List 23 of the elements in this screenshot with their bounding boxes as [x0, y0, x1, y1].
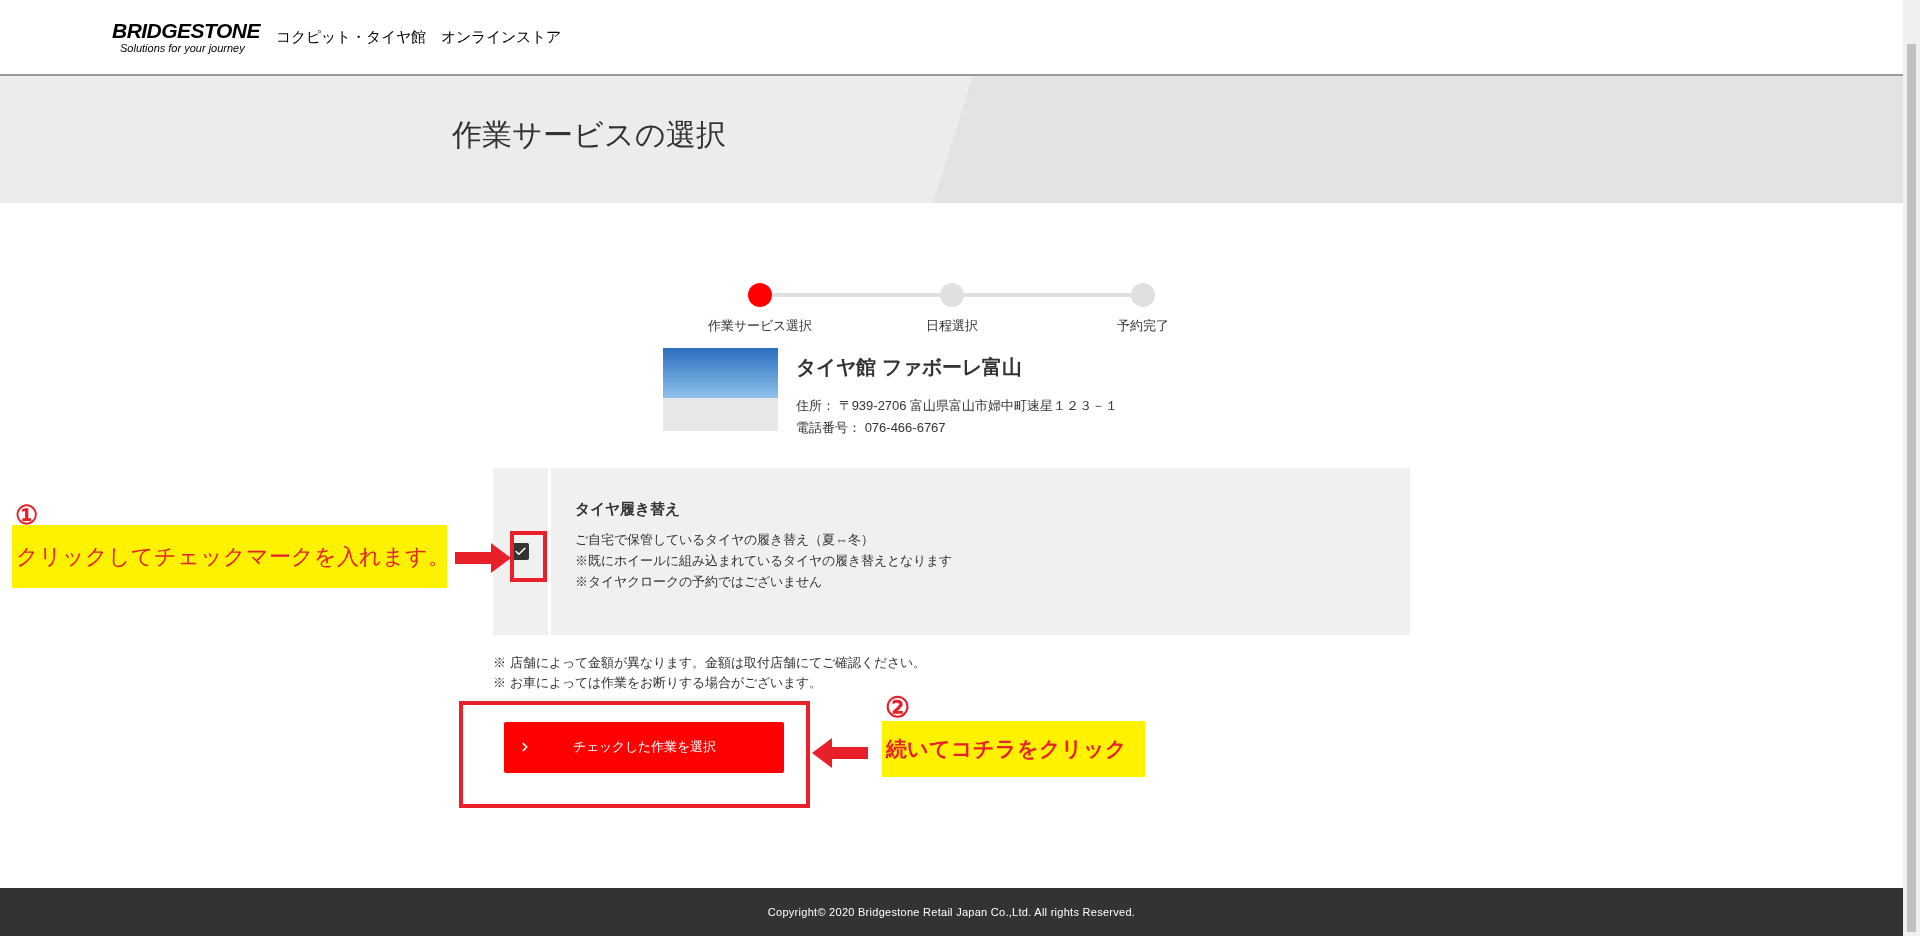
service-description: ※既にホイールに組み込まれているタイヤの履き替えとなります: [575, 552, 952, 570]
shop-name: タイヤ館 ファボーレ富山: [796, 354, 1023, 380]
step-label: 作業サービス選択: [708, 317, 812, 335]
annotation-callout: 続いてコチラをクリック: [882, 721, 1145, 777]
service-description: ご自宅で保管しているタイヤの履き替え（夏⇔冬）: [575, 531, 875, 549]
note-text: ※ 店舗によって金額が異なります。金額は取付店舗にてご確認ください。: [493, 653, 927, 672]
select-service-button[interactable]: チェックした作業を選択: [504, 721, 784, 773]
shop-address: 住所： 〒939-2706 富山県富山市婦中町速星１２３－１: [796, 396, 1119, 415]
page-title: 作業サービスの選択: [452, 117, 726, 153]
step-label: 日程選択: [925, 317, 978, 335]
highlight-frame: [510, 531, 547, 582]
scrollbar[interactable]: [1903, 0, 1920, 936]
site-title[interactable]: コクピット・タイヤ館 オンラインストア: [275, 25, 561, 49]
note-text: ※ お車によっては作業をお断りする場合がございます。: [493, 673, 823, 692]
pointer-arrow: [455, 543, 511, 573]
annotation-callout: クリックしてチェックマークを入れます。: [12, 525, 447, 588]
brand-logo[interactable]: BRIDGESTONE Solutions for your journey: [112, 20, 260, 54]
step-label: 予約完了: [1117, 317, 1169, 335]
pointer-arrow: [812, 738, 868, 768]
shop-phone: 電話番号： 076-466-6767: [796, 419, 947, 437]
copyright-text: Copyright© 2020 Bridgestone Retail Japan Co.,Ltd. All rights Reserved.: [767, 904, 1136, 920]
service-title: タイヤ履き替え: [575, 498, 681, 519]
service-description: ※タイヤクロークの予約ではございません: [575, 573, 823, 591]
